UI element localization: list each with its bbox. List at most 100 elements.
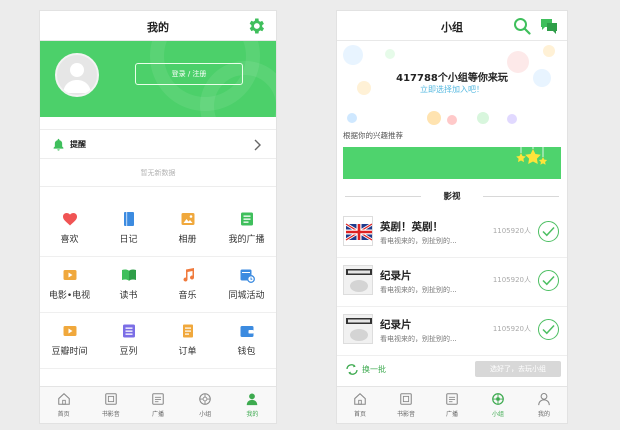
person-icon [247, 393, 258, 406]
group-description: 看电视来的，别扯别的... [380, 335, 457, 343]
group-thumbnail [343, 314, 373, 344]
grid-item-local-events[interactable]: 同城活动 [217, 257, 276, 312]
decor-bubble [447, 115, 457, 125]
tab-groups[interactable]: 小组 [475, 387, 521, 423]
tab-mine[interactable]: 我的 [521, 387, 567, 423]
tab-home[interactable]: 首页 [40, 387, 87, 423]
group-thumbnail [343, 216, 373, 246]
list-icon [122, 324, 135, 338]
member-count: 1105920人 [492, 325, 531, 333]
film-icon [63, 270, 76, 280]
decor-bubble [385, 49, 395, 59]
grid-item-label: 同城活动 [228, 291, 265, 301]
tab-groups[interactable]: 小组 [182, 387, 229, 423]
feature-grid: 喜欢 日记 相册 我的广播 电影•电视 读书 音乐 同城活动 豆瓣时间 豆列 订… [40, 201, 276, 369]
tab-label: 小组 [199, 411, 212, 418]
home-icon [57, 393, 70, 405]
profile-header: 我的 [40, 11, 276, 41]
decor-bubble [343, 45, 363, 65]
grid-item-movie-tv[interactable]: 电影•电视 [40, 257, 99, 312]
album-icon [181, 213, 194, 225]
join-check-button[interactable] [538, 270, 559, 291]
grid-item-label: 读书 [119, 291, 138, 301]
stars-icon [516, 147, 548, 165]
chevron-right-icon [254, 139, 261, 151]
tab-label: 小组 [491, 411, 504, 418]
grid-item-wallet[interactable]: 钱包 [217, 313, 276, 368]
grid-item-doulist[interactable]: 豆列 [99, 313, 158, 368]
hero-subtitle: 立即选择加入吧！ [420, 85, 484, 94]
tab-label: 我的 [537, 411, 550, 418]
notebook-icon [123, 212, 134, 226]
order-icon [182, 324, 193, 338]
recommendation-banner [343, 147, 561, 179]
profile-banner: 登录 / 注册 [40, 41, 276, 117]
group-list: 英剧！英剧！ 看电视来的，别扯别的... 1105920人 纪录片 看电视来的，… [337, 209, 567, 356]
group-name: 英剧！英剧！ [380, 221, 443, 233]
tab-label: 书影音 [396, 411, 415, 418]
tab-broadcast[interactable]: 广播 [134, 387, 181, 423]
tab-mine[interactable]: 我的 [229, 387, 276, 423]
bottom-tab-bar: 首页 书影音 广播 小组 我的 [40, 386, 276, 423]
groups-header: 小组 [337, 11, 567, 41]
decor-bubble [427, 111, 441, 125]
list-item[interactable]: 纪录片 看电视来的，别扯别的... 1105920人 [337, 307, 567, 356]
grid-item-music[interactable]: 音乐 [158, 257, 217, 312]
reminder-row[interactable]: 提醒 [40, 129, 276, 159]
group-name: 纪录片 [380, 319, 412, 331]
search-icon[interactable] [513, 17, 531, 35]
grid-item-label: 钱包 [237, 347, 256, 357]
join-check-button[interactable] [538, 221, 559, 242]
tab-label: 书影音 [101, 411, 120, 418]
grid-item-label: 电影•电视 [48, 291, 91, 301]
tab-media[interactable]: 书影音 [383, 387, 429, 423]
group-thumbnail [343, 265, 373, 295]
group-name: 纪录片 [380, 270, 412, 282]
tab-label: 首页 [353, 411, 366, 418]
refresh-batch-button[interactable]: 换一批 [362, 364, 386, 375]
gear-icon[interactable] [246, 16, 266, 36]
home-icon [354, 393, 366, 405]
member-count: 1105920人 [492, 276, 531, 284]
media-icon [105, 393, 117, 405]
tab-broadcast[interactable]: 广播 [429, 387, 475, 423]
grid-row: 豆瓣时间 豆列 订单 钱包 [40, 313, 276, 369]
tab-label: 我的 [246, 411, 259, 418]
tab-media[interactable]: 书影音 [87, 387, 134, 423]
grid-item-label: 我的广播 [228, 235, 265, 245]
profile-screen: 我的 登录 / 注册 提醒 暂无新数据 喜欢 日记 相册 我的广播 电影•电视 … [39, 10, 277, 424]
avatar[interactable] [55, 53, 99, 97]
grid-item-books[interactable]: 读书 [99, 257, 158, 312]
tab-label: 首页 [57, 411, 70, 418]
documentary-poster-icon [344, 315, 372, 343]
grid-item-my-broadcast[interactable]: 我的广播 [217, 201, 276, 256]
grid-item-album[interactable]: 相册 [158, 201, 217, 256]
list-item[interactable]: 英剧！英剧！ 看电视来的，别扯别的... 1105920人 [337, 209, 567, 258]
refresh-icon[interactable] [345, 364, 359, 375]
login-register-button[interactable]: 登录 / 注册 [135, 63, 243, 85]
color-dots-strip [337, 111, 567, 129]
decor-bubble [507, 114, 517, 124]
list-item[interactable]: 纪录片 看电视来的，别扯别的... 1105920人 [337, 258, 567, 307]
check-icon [542, 324, 555, 335]
page-title: 我的 [147, 21, 169, 34]
join-check-button[interactable] [538, 319, 559, 340]
book-icon [121, 269, 136, 281]
done-play-groups-button[interactable]: 选好了，去玩小组 [475, 361, 561, 377]
bottom-tab-bar: 首页 书影音 广播 小组 我的 [337, 386, 567, 423]
grid-item-diary[interactable]: 日记 [99, 201, 158, 256]
decor-bubble [477, 112, 489, 124]
grid-item-likes[interactable]: 喜欢 [40, 201, 99, 256]
chat-bubbles-icon[interactable] [540, 18, 558, 34]
empty-note: 暂无新数据 [40, 159, 276, 187]
grid-item-orders[interactable]: 订单 [158, 313, 217, 368]
group-icon [492, 393, 504, 405]
section-title: 影视 [443, 192, 461, 202]
tab-home[interactable]: 首页 [337, 387, 383, 423]
grid-item-douban-time[interactable]: 豆瓣时间 [40, 313, 99, 368]
media-icon [400, 393, 412, 405]
calendar-icon [240, 269, 255, 283]
groups-screen: 小组 417788个小组等你来玩 立即选择加入吧！ 根据你的兴趣推荐 影视 英剧… [336, 10, 568, 424]
group-icon [199, 393, 211, 405]
person-icon [538, 392, 550, 406]
